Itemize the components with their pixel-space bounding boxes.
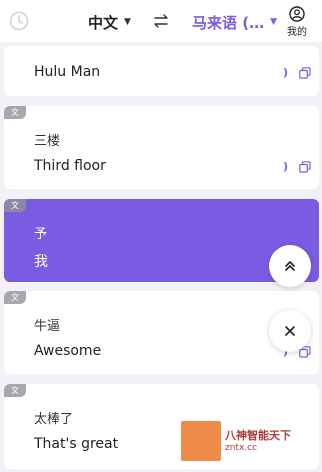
- text-type-badge: 文: [4, 384, 26, 397]
- translation-target-text: 我: [34, 254, 48, 270]
- profile-label: 我的: [287, 27, 307, 38]
- history-icon[interactable]: [8, 10, 30, 32]
- target-language-selector[interactable]: 马来语 (… ▼: [192, 11, 277, 33]
- translation-target-text: Hulu Man: [34, 64, 101, 80]
- scroll-to-top-button[interactable]: [269, 245, 311, 287]
- watermark: 八神智能天下 zntx.cc: [181, 421, 311, 461]
- translation-target-text: Third floor: [34, 158, 106, 174]
- translation-target-text: That's great: [34, 436, 119, 452]
- translation-card[interactable]: 文 三楼 Third floor ): [4, 106, 319, 189]
- close-icon: [285, 326, 295, 336]
- translation-source-text: 三楼: [34, 134, 61, 149]
- chevron-down-icon: ▼: [124, 17, 131, 27]
- target-language-label: 马来语 (…: [192, 13, 265, 32]
- translation-source-text: 太棒了: [34, 412, 74, 427]
- text-type-badge: 文: [4, 199, 26, 212]
- translation-target-text: Awesome: [34, 343, 102, 359]
- translation-source-text: 予: [34, 227, 48, 242]
- swap-languages-icon[interactable]: [152, 12, 170, 30]
- double-chevron-up-icon: [285, 261, 295, 271]
- watermark-url: zntx.cc: [225, 443, 258, 453]
- watermark-logo: [181, 421, 221, 461]
- speaker-icon[interactable]: ): [283, 66, 291, 79]
- top-bar: 中文 ▼ 马来语 (… ▼ 我的: [0, 0, 322, 42]
- user-icon: [289, 6, 305, 22]
- text-type-badge: 文: [4, 106, 26, 119]
- copy-icon[interactable]: [299, 66, 311, 79]
- translation-source-text: 牛逼: [34, 319, 61, 334]
- watermark-title: 八神智能天下: [225, 429, 291, 442]
- close-button[interactable]: [269, 310, 311, 352]
- card-actions: ): [283, 66, 311, 79]
- profile-button[interactable]: 我的: [283, 4, 311, 40]
- copy-icon[interactable]: [299, 160, 311, 173]
- text-type-badge: 文: [4, 291, 26, 304]
- translation-card[interactable]: Hulu Man ): [4, 46, 319, 96]
- source-language-selector[interactable]: 中文 ▼: [88, 11, 131, 33]
- card-actions: ): [283, 160, 311, 173]
- source-language-label: 中文: [88, 13, 119, 32]
- chevron-down-icon: ▼: [270, 17, 277, 27]
- speaker-icon[interactable]: ): [283, 160, 291, 173]
